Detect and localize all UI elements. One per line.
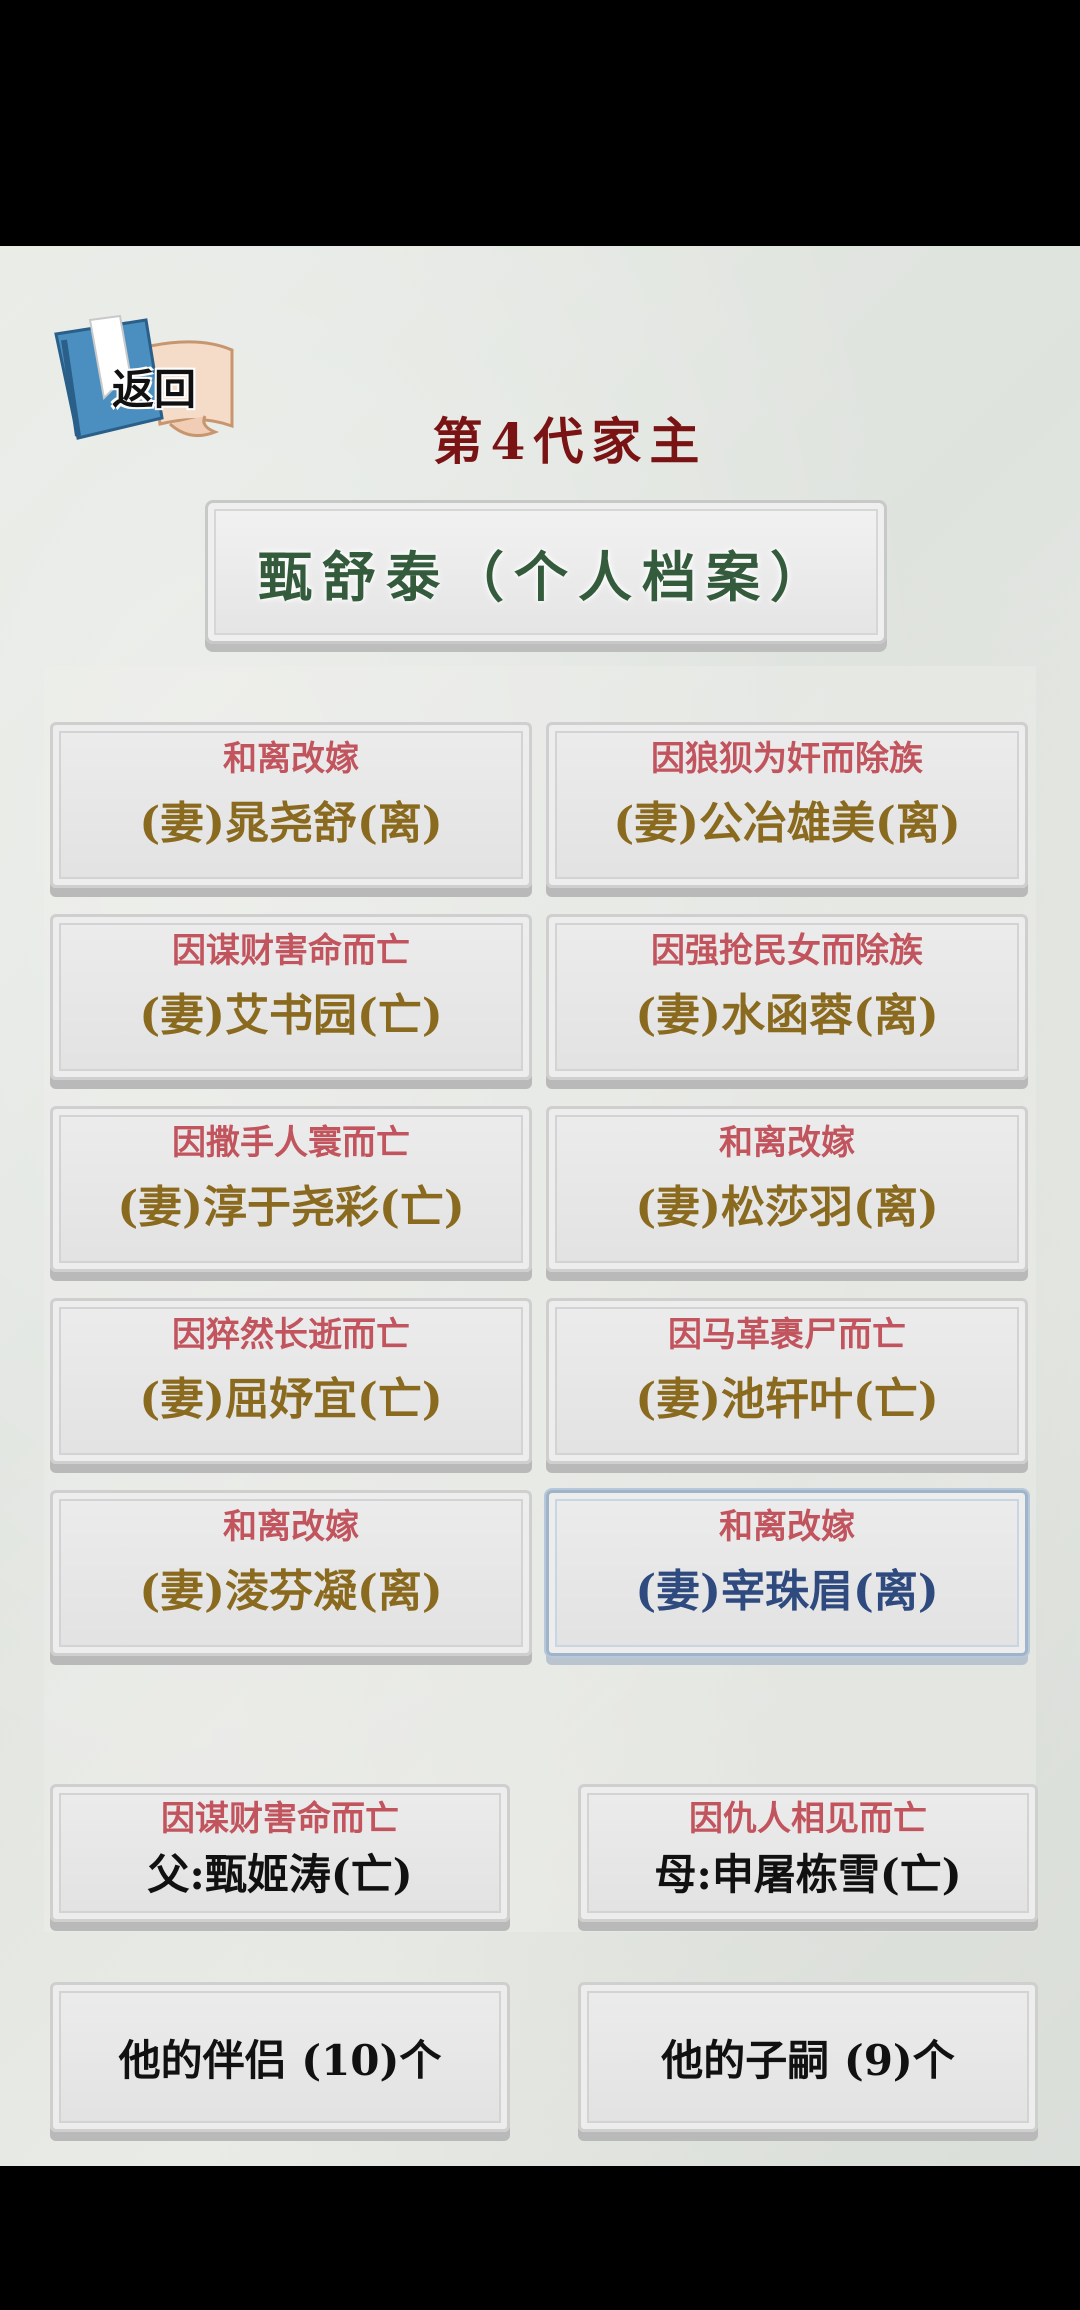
spouse-card[interactable]: 因谋财害命而亡 (妻)艾书园(亡) bbox=[50, 914, 532, 1080]
navigation-bar bbox=[0, 2166, 1080, 2310]
father-status: 因谋财害命而亡 bbox=[161, 1799, 399, 1839]
spouse-card[interactable]: 和离改嫁 (妻)淩芬凝(离) bbox=[50, 1490, 532, 1656]
spouse-card[interactable]: 因强抢民女而除族 (妻)水函蓉(离) bbox=[546, 914, 1028, 1080]
spouse-status: 因狼狈为奸而除族 bbox=[651, 739, 923, 779]
spouse-status: 和离改嫁 bbox=[223, 739, 359, 779]
spouse-card[interactable]: 和离改嫁 (妻)晁尧舒(离) bbox=[50, 722, 532, 888]
spouse-card[interactable]: 因撒手人寰而亡 (妻)淳于尧彩(亡) bbox=[50, 1106, 532, 1272]
mother-status: 因仇人相见而亡 bbox=[689, 1799, 927, 1839]
spouse-status: 和离改嫁 bbox=[223, 1507, 359, 1547]
mother-card[interactable]: 因仇人相见而亡 母:申屠栋雪(亡) bbox=[578, 1784, 1038, 1922]
partners-button[interactable]: 他的伴侣 (10)个 bbox=[50, 1982, 510, 2132]
spouse-status: 因撒手人寰而亡 bbox=[172, 1123, 410, 1163]
profile-plaque: 甄舒泰（个人档案） bbox=[205, 500, 887, 644]
father-card[interactable]: 因谋财害命而亡 父:甄姬涛(亡) bbox=[50, 1784, 510, 1922]
spouse-card[interactable]: 因猝然长逝而亡 (妻)屈妤宜(亡) bbox=[50, 1298, 532, 1464]
spouse-status: 和离改嫁 bbox=[719, 1507, 855, 1547]
spouse-name: (妻)公冶雄美(离) bbox=[613, 798, 961, 849]
spouse-card[interactable]: 因马革裹尸而亡 (妻)池轩叶(亡) bbox=[546, 1298, 1028, 1464]
spouse-name: (妻)艾书园(亡) bbox=[139, 990, 443, 1041]
profile-title: 甄舒泰（个人档案） bbox=[258, 544, 834, 609]
spouse-name: (妻)晁尧舒(离) bbox=[139, 798, 443, 849]
spouse-status: 因谋财害命而亡 bbox=[172, 931, 410, 971]
spouse-card[interactable]: 和离改嫁 (妻)松莎羽(离) bbox=[546, 1106, 1028, 1272]
spouse-name: (妻)宰珠眉(离) bbox=[635, 1566, 939, 1617]
spouse-card-selected[interactable]: 和离改嫁 (妻)宰珠眉(离) bbox=[546, 1490, 1028, 1656]
children-button[interactable]: 他的子嗣 (9)个 bbox=[578, 1982, 1038, 2132]
spouse-name: (妻)池轩叶(亡) bbox=[635, 1374, 939, 1425]
spouse-card[interactable]: 因狼狈为奸而除族 (妻)公冶雄美(离) bbox=[546, 722, 1028, 888]
spouse-status: 因猝然长逝而亡 bbox=[172, 1315, 410, 1355]
children-label: 他的子嗣 (9)个 bbox=[661, 2035, 955, 2085]
spouse-name: (妻)淩芬凝(离) bbox=[139, 1566, 443, 1617]
spouse-name: (妻)松莎羽(离) bbox=[635, 1182, 939, 1233]
mother-name: 母:申屠栋雪(亡) bbox=[654, 1850, 962, 1899]
spouse-status: 因马革裹尸而亡 bbox=[668, 1315, 906, 1355]
spouse-status: 和离改嫁 bbox=[719, 1123, 855, 1163]
spouse-name: (妻)淳于尧彩(亡) bbox=[117, 1182, 465, 1233]
game-screen: 返回 第4代家主 甄舒泰（个人档案） 和离改嫁 (妻)晁尧舒(离) 因狼狈为奸而… bbox=[0, 246, 1080, 2166]
generation-title: 第4代家主 bbox=[432, 412, 708, 471]
father-name: 父:甄姬涛(亡) bbox=[147, 1850, 413, 1899]
spouse-name: (妻)屈妤宜(亡) bbox=[139, 1374, 443, 1425]
spouse-name: (妻)水函蓉(离) bbox=[635, 990, 939, 1041]
spouse-status: 因强抢民女而除族 bbox=[651, 931, 923, 971]
partners-label: 他的伴侣 (10)个 bbox=[118, 2035, 442, 2085]
